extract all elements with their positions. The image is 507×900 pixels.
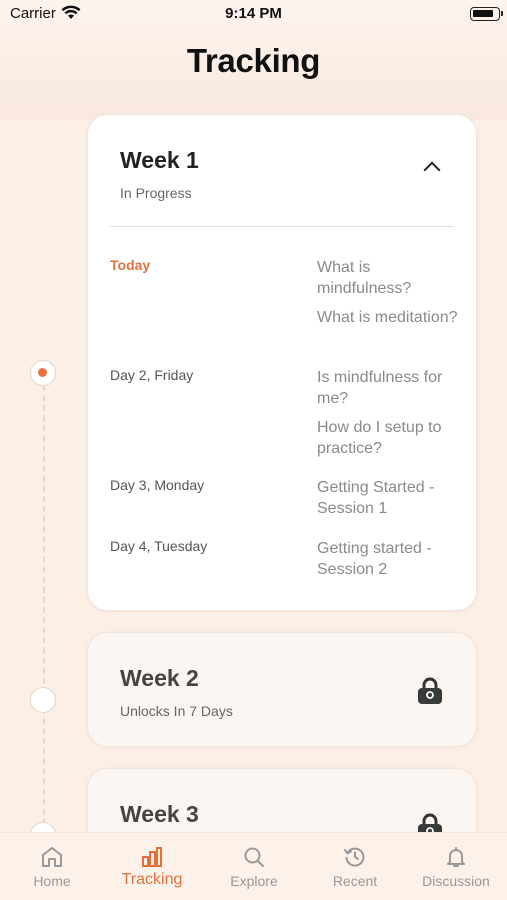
lock-icon: [418, 677, 442, 704]
timeline-dot-week-1: [30, 360, 56, 386]
tab-explore[interactable]: Explore: [204, 833, 304, 900]
tab-label: Home: [33, 873, 71, 889]
timeline-line: [43, 385, 45, 835]
battery-fill: [473, 10, 493, 17]
week-title: Week 3: [120, 801, 199, 827]
day-label: Today: [110, 257, 151, 273]
tab-label: Discussion: [422, 873, 490, 889]
tab-bar: Home Tracking Explore Recent Discussion: [0, 832, 507, 900]
day-label: Day 2, Friday: [110, 367, 194, 383]
tab-tracking[interactable]: Tracking: [102, 833, 202, 900]
tab-home[interactable]: Home: [2, 833, 102, 900]
lesson-item[interactable]: Getting started - Session 2: [317, 538, 467, 580]
day-label: Day 3, Monday: [110, 477, 205, 493]
history-icon: [344, 847, 365, 867]
lesson-list: Getting Started - Session 1: [317, 477, 467, 527]
bell-icon: [447, 847, 465, 867]
tab-recent[interactable]: Recent: [305, 833, 405, 900]
lesson-list: What is mindfulness? What is meditation?: [317, 257, 467, 336]
week-title: Week 1: [120, 147, 199, 173]
tab-label: Explore: [230, 873, 278, 889]
page-title: Tracking: [186, 42, 321, 79]
lesson-list: Getting started - Session 2: [317, 538, 467, 588]
bar-chart-icon: [142, 847, 162, 867]
lesson-item[interactable]: What is meditation?: [317, 307, 467, 328]
week-card-1[interactable]: Week 1 In Progress Today What is mindful…: [87, 114, 477, 611]
tab-label: Tracking: [121, 871, 183, 888]
battery-icon: [470, 7, 503, 21]
timeline-dot-week-2: [30, 687, 56, 713]
week-status: In Progress: [120, 185, 192, 201]
week-status: Unlocks In 7 Days: [120, 703, 233, 719]
week-title: Week 2: [120, 665, 199, 691]
tab-label: Recent: [332, 873, 378, 889]
day-label: Day 4, Tuesday: [110, 538, 208, 554]
status-bar: Carrier 9:14 PM: [0, 0, 507, 30]
home-icon: [42, 847, 62, 867]
clock: 9:14 PM: [225, 5, 282, 22]
chevron-up-icon[interactable]: [423, 161, 441, 179]
lesson-item[interactable]: Getting Started - Session 1: [317, 477, 467, 519]
search-icon: [244, 847, 264, 867]
divider: [110, 226, 454, 227]
lesson-list: Is mindfulness for me? How do I setup to…: [317, 367, 467, 467]
lesson-item[interactable]: Is mindfulness for me?: [317, 367, 467, 409]
tab-discussion[interactable]: Discussion: [406, 833, 506, 900]
lesson-item[interactable]: How do I setup to practice?: [317, 417, 467, 459]
lesson-item[interactable]: What is mindfulness?: [317, 257, 467, 299]
week-card-2[interactable]: Week 2 Unlocks In 7 Days: [87, 632, 477, 747]
